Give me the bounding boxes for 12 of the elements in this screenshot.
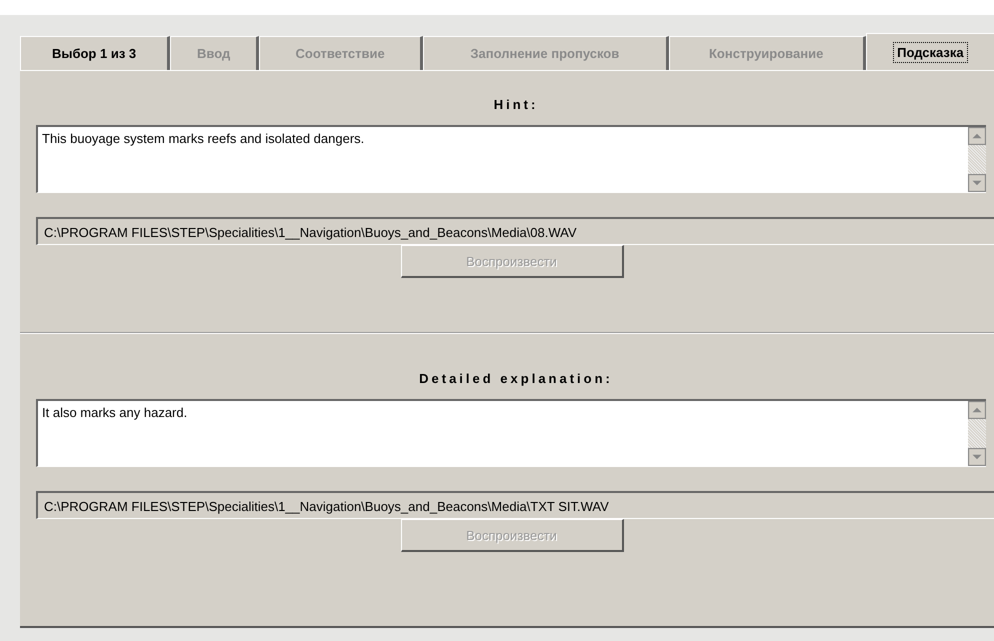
text-area[interactable]: It also marks any hazard.	[36, 399, 986, 467]
tab[interactable]: Подсказка	[866, 33, 994, 70]
section-heading: Hint:	[492, 97, 540, 114]
scroll-up-icon[interactable]	[968, 401, 986, 419]
tab[interactable]: Выбор 1 из 3	[20, 36, 170, 70]
scroll-down-icon[interactable]	[968, 448, 986, 466]
text-area[interactable]: This buoyage system marks reefs and isolated dangers.	[36, 125, 986, 193]
section-heading: Detailed explanation:	[418, 371, 614, 388]
scroll-up-icon[interactable]	[968, 127, 986, 145]
scrollbar[interactable]	[968, 401, 986, 466]
scrollbar[interactable]	[968, 127, 986, 192]
scroll-down-icon[interactable]	[968, 174, 986, 192]
